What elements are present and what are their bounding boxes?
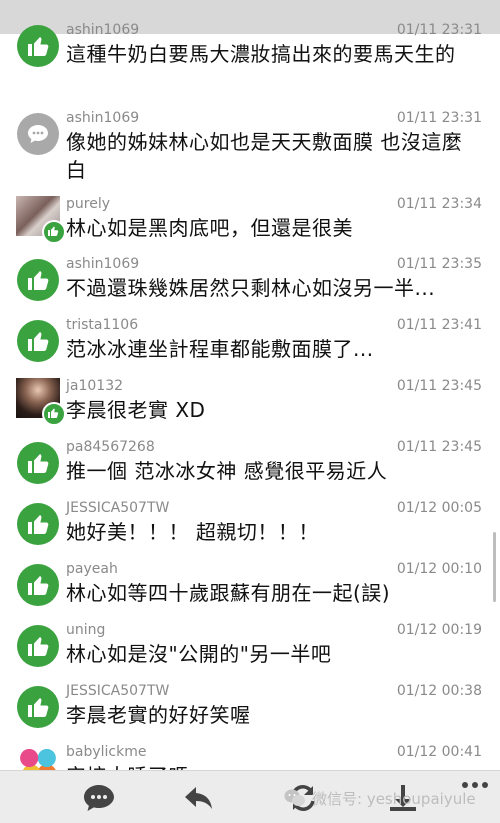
comment-username[interactable]: babylickme bbox=[66, 744, 146, 760]
comment-item: ja10132 01/11 23:45 李晨很老實 XD bbox=[0, 376, 492, 436]
comment-username[interactable]: purely bbox=[66, 196, 110, 212]
comment-timestamp: 01/12 00:05 bbox=[396, 500, 482, 516]
back-icon[interactable] bbox=[182, 783, 216, 817]
comment-username[interactable]: ashin1069 bbox=[66, 110, 139, 126]
comment-username[interactable]: JESSICA507TW bbox=[66, 683, 169, 699]
comment-item: trista1106 01/11 23:41 范冰冰連坐計程車都能敷面膜了... bbox=[0, 315, 492, 375]
comment-item: babylickme 01/12 00:41 安培大睡了嗎 bbox=[0, 742, 492, 770]
comment-list[interactable]: ashin1069 01/11 23:31 這種牛奶白要馬大濃妝搞出來的要馬天生… bbox=[0, 22, 500, 770]
comment-text: 安培大睡了嗎 bbox=[66, 762, 480, 770]
like-avatar-icon bbox=[17, 625, 59, 667]
comment-item: ashin1069 01/11 23:35 不過還珠幾姝居然只剩林心如沒另一半.… bbox=[0, 254, 492, 314]
comment-username[interactable]: ashin1069 bbox=[66, 256, 139, 272]
comment-text: 林心如是沒"公開的"另一半吧 bbox=[66, 642, 332, 666]
comment-username[interactable]: pa84567268 bbox=[66, 439, 155, 455]
like-badge-icon bbox=[42, 220, 66, 244]
like-avatar-icon bbox=[17, 25, 59, 67]
comment-username[interactable]: uning bbox=[66, 622, 105, 638]
wechat-watermark: 微信号: yeshoupaiyule bbox=[284, 785, 476, 811]
comment-text: 推一個 范冰冰女神 感覺很平易近人 bbox=[66, 459, 388, 483]
comment-text: 這種牛奶白要馬大濃妝搞出來的要馬天生的 bbox=[66, 42, 456, 66]
comment-timestamp: 01/12 00:10 bbox=[396, 561, 482, 577]
comment-item: JESSICA507TW 01/12 00:38 李晨老實的好好笑喔 bbox=[0, 681, 492, 741]
comment-timestamp: 01/11 23:45 bbox=[396, 439, 482, 455]
comment-item: ashin1069 01/11 23:31 像她的姊妹林心如也是天天敷面膜 也沒… bbox=[0, 108, 492, 184]
comment-item: purely 01/11 23:34 林心如是黑肉底吧，但還是很美 bbox=[0, 194, 492, 254]
comment-text: 像她的姊妹林心如也是天天敷面膜 也沒這麼白 bbox=[66, 130, 463, 182]
comment-timestamp: 01/11 23:41 bbox=[396, 317, 482, 333]
comment-text: 林心如等四十歲跟蘇有朋在一起(誤) bbox=[66, 581, 391, 605]
chat-avatar-icon bbox=[17, 113, 59, 155]
comment-username[interactable]: payeah bbox=[66, 561, 118, 577]
user-photo-avatar bbox=[16, 744, 60, 770]
wechat-logo-icon bbox=[284, 788, 306, 808]
like-avatar-icon bbox=[17, 686, 59, 728]
comment-text: 不過還珠幾姝居然只剩林心如沒另一半... bbox=[66, 276, 436, 300]
comment-text: 李晨老實的好好笑喔 bbox=[66, 703, 251, 727]
comment-timestamp: 01/11 23:34 bbox=[396, 196, 482, 212]
like-avatar-icon bbox=[17, 564, 59, 606]
comment-username[interactable]: JESSICA507TW bbox=[66, 500, 169, 516]
watermark-text: 微信号: yeshoupaiyule bbox=[312, 789, 476, 808]
comment-timestamp: 01/11 23:31 bbox=[396, 22, 482, 38]
bottom-toolbar: 微信号: yeshoupaiyule bbox=[0, 770, 500, 823]
scrollbar[interactable] bbox=[493, 532, 496, 602]
comment-timestamp: 01/11 23:35 bbox=[396, 256, 482, 272]
like-avatar-icon bbox=[17, 259, 59, 301]
comment-text: 范冰冰連坐計程車都能敷面膜了... bbox=[66, 337, 374, 361]
chat-icon[interactable] bbox=[82, 783, 116, 817]
comment-timestamp: 01/12 00:38 bbox=[396, 683, 482, 699]
comment-text: 她好美！！！ 超親切！！！ bbox=[66, 520, 319, 544]
user-photo-avatar bbox=[16, 378, 66, 426]
comment-username[interactable]: ashin1069 bbox=[66, 22, 139, 38]
user-photo-avatar bbox=[16, 196, 66, 244]
like-avatar-icon bbox=[17, 442, 59, 484]
comment-item: uning 01/12 00:19 林心如是沒"公開的"另一半吧 bbox=[0, 620, 492, 680]
comment-username[interactable]: ja10132 bbox=[66, 378, 123, 394]
comment-timestamp: 01/11 23:45 bbox=[396, 378, 482, 394]
like-badge-icon bbox=[42, 402, 66, 426]
comment-item: JESSICA507TW 01/12 00:05 她好美！！！ 超親切！！！ bbox=[0, 498, 492, 558]
like-avatar-icon bbox=[17, 503, 59, 545]
comment-text: 林心如是黑肉底吧，但還是很美 bbox=[66, 216, 353, 240]
comment-username[interactable]: trista1106 bbox=[66, 317, 138, 333]
comment-timestamp: 01/12 00:41 bbox=[396, 744, 482, 760]
comment-item: pa84567268 01/11 23:45 推一個 范冰冰女神 感覺很平易近人 bbox=[0, 437, 492, 497]
comment-timestamp: 01/12 00:19 bbox=[396, 622, 482, 638]
comment-timestamp: 01/11 23:31 bbox=[396, 110, 482, 126]
comment-item: ashin1069 01/11 23:31 這種牛奶白要馬大濃妝搞出來的要馬天生… bbox=[0, 22, 492, 96]
comment-item: payeah 01/12 00:10 林心如等四十歲跟蘇有朋在一起(誤) bbox=[0, 559, 492, 619]
like-avatar-icon bbox=[17, 320, 59, 362]
comment-text: 李晨很老實 XD bbox=[66, 398, 206, 422]
